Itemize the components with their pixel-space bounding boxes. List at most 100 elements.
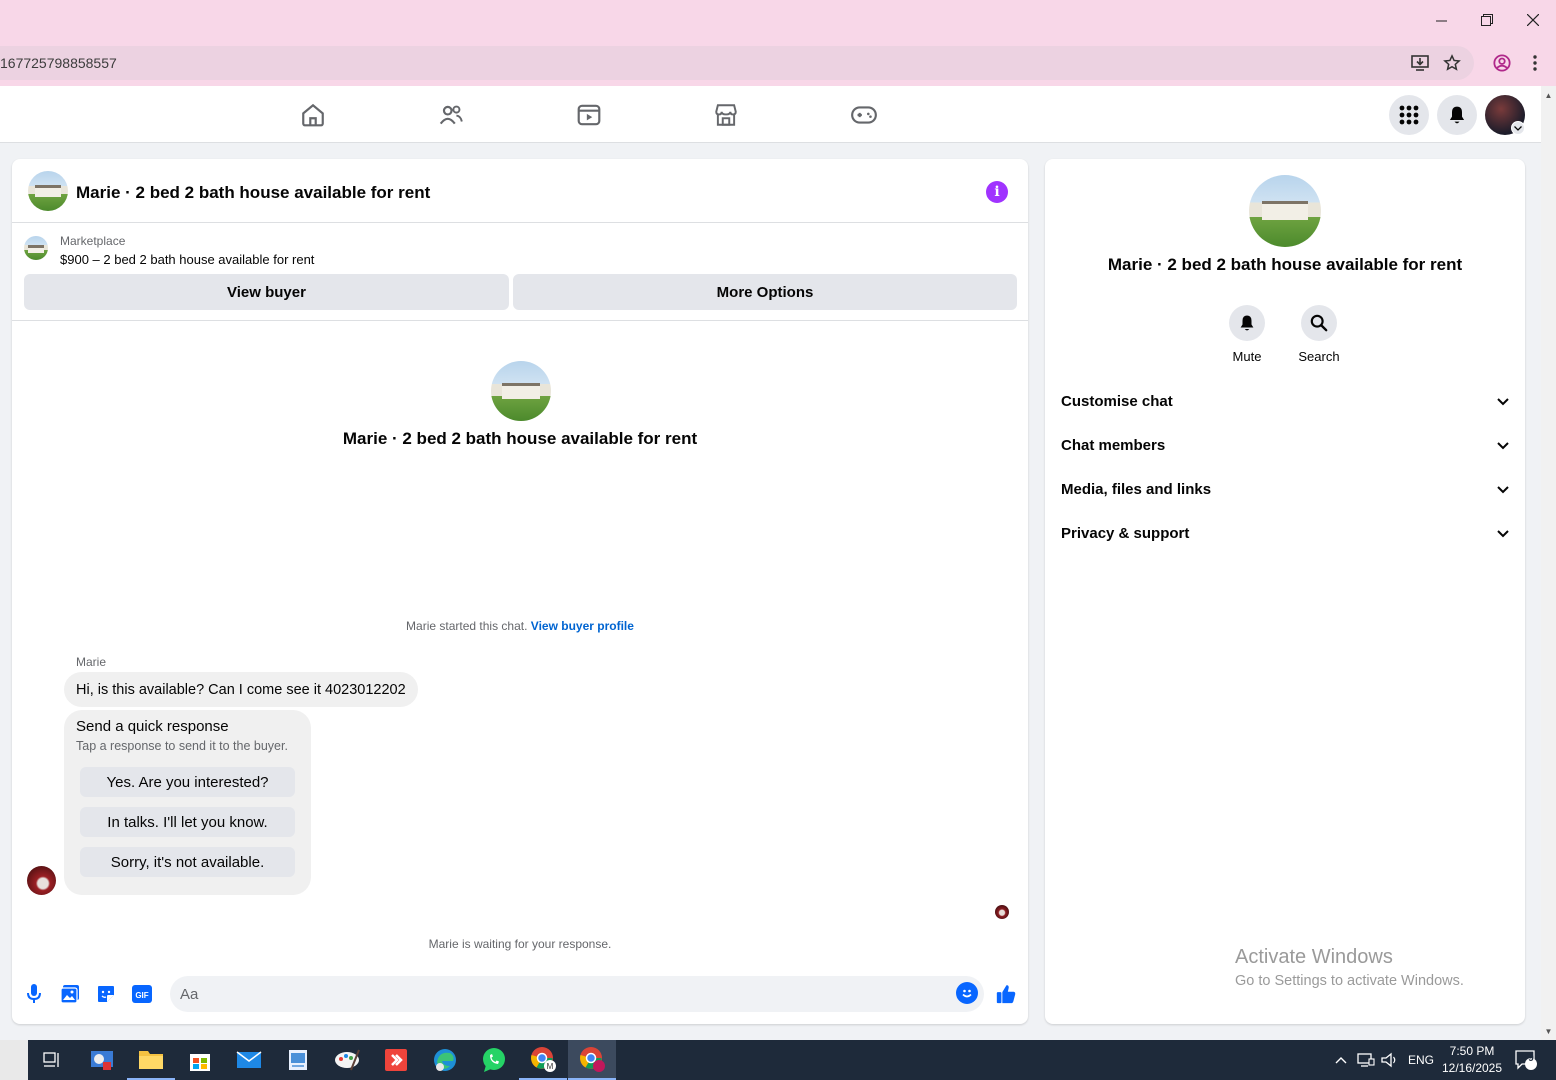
chat-members-section[interactable]: Chat members <box>1061 425 1509 465</box>
gaming-icon[interactable] <box>849 100 879 130</box>
anydesk-icon[interactable] <box>372 1040 420 1080</box>
chat-title[interactable]: Marie · 2 bed 2 bath house available for… <box>76 183 430 203</box>
mute-action[interactable]: Mute <box>1207 305 1287 364</box>
scroll-up-arrow-icon[interactable]: ▲ <box>1541 88 1556 102</box>
chrome-profile-m-icon[interactable]: M <box>519 1040 567 1080</box>
quick-response-title: Send a quick response <box>76 718 229 735</box>
profile-icon[interactable] <box>1490 51 1514 75</box>
chevron-down-icon <box>1497 481 1509 498</box>
chat-started-text: Marie started this chat. <box>406 619 528 633</box>
conversation-large-avatar <box>491 361 551 421</box>
bookmark-star-icon[interactable] <box>1440 51 1464 75</box>
marketplace-listing-bar: Marketplace $900 – 2 bed 2 bath house av… <box>12 223 1028 321</box>
conversation-avatar[interactable] <box>28 171 68 211</box>
task-view-icon[interactable] <box>28 1040 76 1080</box>
microphone-icon[interactable] <box>22 982 46 1006</box>
marketplace-label: Marketplace <box>60 234 126 248</box>
view-buyer-profile-link[interactable]: View buyer profile <box>531 619 634 633</box>
seen-receipt-avatar <box>995 905 1009 919</box>
sender-name: Marie <box>76 655 107 669</box>
message-bubble[interactable]: Hi, is this available? Can I come see it… <box>64 672 418 707</box>
listing-title[interactable]: $900 – 2 bed 2 bath house available for … <box>60 252 314 267</box>
customise-chat-label: Customise chat <box>1061 392 1173 410</box>
chevron-down-icon <box>1497 525 1509 542</box>
sender-avatar[interactable] <box>27 866 56 895</box>
more-options-button[interactable]: More Options <box>513 274 1017 310</box>
watermark-line1: Activate Windows <box>1235 946 1393 968</box>
chrome-profile-active-icon[interactable] <box>568 1040 616 1080</box>
mail-icon[interactable] <box>225 1040 273 1080</box>
start-button[interactable] <box>0 1040 28 1080</box>
view-buyer-button[interactable]: View buyer <box>24 274 509 310</box>
svg-text:M: M <box>547 1062 554 1071</box>
install-app-icon[interactable] <box>1408 51 1432 75</box>
clock[interactable]: 7:50 PM 12/16/2025 <box>1436 1043 1508 1077</box>
volume-icon[interactable] <box>1381 1040 1399 1080</box>
chat-started-notice: Marie started this chat. View buyer prof… <box>12 619 1028 633</box>
account-chevron-down-icon[interactable] <box>1511 121 1525 135</box>
emoji-icon[interactable] <box>956 982 978 1004</box>
restore-icon[interactable] <box>1464 0 1510 40</box>
quick-response-in-talks-button[interactable]: In talks. I'll let you know. <box>80 807 295 837</box>
info-icon[interactable]: i <box>986 181 1008 203</box>
video-icon[interactable] <box>574 100 604 130</box>
message-composer: GIF <box>12 974 1028 1014</box>
notification-center-icon[interactable]: 9 <box>1514 1040 1538 1080</box>
quick-response-not-available-button[interactable]: Sorry, it's not available. <box>80 847 295 877</box>
network-icon[interactable] <box>1357 1040 1375 1080</box>
gif-icon[interactable]: GIF <box>130 982 154 1006</box>
facebook-top-nav <box>0 86 1541 143</box>
show-hidden-icons-chevron-icon[interactable] <box>1335 1040 1347 1080</box>
address-bar: 167725798858557 <box>0 40 1556 86</box>
privacy-support-section[interactable]: Privacy & support <box>1061 513 1509 553</box>
message-input[interactable] <box>170 976 984 1012</box>
chevron-down-icon <box>1497 393 1509 410</box>
home-icon[interactable] <box>298 100 328 130</box>
waiting-notice: Marie is waiting for your response. <box>428 937 612 951</box>
close-icon[interactable] <box>1510 0 1556 40</box>
paint-icon[interactable] <box>323 1040 371 1080</box>
activate-windows-watermark: Activate Windows Go to Settings to activ… <box>1235 946 1464 989</box>
media-files-links-section[interactable]: Media, files and links <box>1061 469 1509 509</box>
media-files-links-label: Media, files and links <box>1061 480 1212 498</box>
windows-taskbar: M ENG 7:50 PM 12/16/2025 9 <box>0 1040 1556 1080</box>
page-scrollbar[interactable]: ▲ ▼ <box>1541 86 1556 1040</box>
file-explorer-icon[interactable] <box>127 1040 175 1080</box>
language-indicator[interactable]: ENG <box>1408 1040 1434 1080</box>
control-panel-icon[interactable] <box>78 1040 126 1080</box>
notifications-bell-icon[interactable] <box>1437 95 1477 135</box>
browser-menu-icon[interactable] <box>1523 51 1547 75</box>
marketplace-icon[interactable] <box>711 100 741 130</box>
chevron-down-icon <box>1497 437 1509 454</box>
sticker-icon[interactable] <box>94 982 118 1006</box>
minimize-icon[interactable] <box>1418 0 1464 40</box>
conversation-info-panel: Marie · 2 bed 2 bath house available for… <box>1045 159 1525 1024</box>
watermark-line2: Go to Settings to activate Windows. <box>1235 973 1464 989</box>
notification-count: 9 <box>1528 1053 1534 1064</box>
chat-members-label: Chat members <box>1061 436 1166 454</box>
browser-titlebar <box>0 0 1556 40</box>
scroll-down-arrow-icon[interactable]: ▼ <box>1541 1024 1556 1038</box>
customise-chat-section[interactable]: Customise chat <box>1061 381 1509 421</box>
edge-icon[interactable] <box>421 1040 469 1080</box>
info-name: Marie · 2 bed 2 bath house available for… <box>1107 255 1463 274</box>
privacy-support-label: Privacy & support <box>1061 524 1190 542</box>
like-thumbs-up-icon[interactable] <box>994 982 1018 1006</box>
friends-icon[interactable] <box>436 100 466 130</box>
quick-response-card: Send a quick response Tap a response to … <box>64 710 311 895</box>
search-icon[interactable] <box>1301 305 1337 341</box>
url-field[interactable]: 167725798858557 <box>0 46 1474 80</box>
photos-icon[interactable] <box>274 1040 322 1080</box>
whatsapp-icon[interactable] <box>470 1040 518 1080</box>
chat-panel: Marie · 2 bed 2 bath house available for… <box>12 159 1028 1024</box>
search-label: Search <box>1298 349 1340 364</box>
quick-response-yes-button[interactable]: Yes. Are you interested? <box>80 767 295 797</box>
microsoft-store-icon[interactable] <box>176 1040 224 1080</box>
clock-time: 7:50 PM <box>1449 1044 1495 1058</box>
menu-grid-icon[interactable] <box>1389 95 1429 135</box>
photo-icon[interactable] <box>58 982 82 1006</box>
mute-label: Mute <box>1232 349 1262 364</box>
listing-thumbnail[interactable] <box>24 236 48 260</box>
mute-bell-icon[interactable] <box>1229 305 1265 341</box>
search-action[interactable]: Search <box>1279 305 1359 364</box>
